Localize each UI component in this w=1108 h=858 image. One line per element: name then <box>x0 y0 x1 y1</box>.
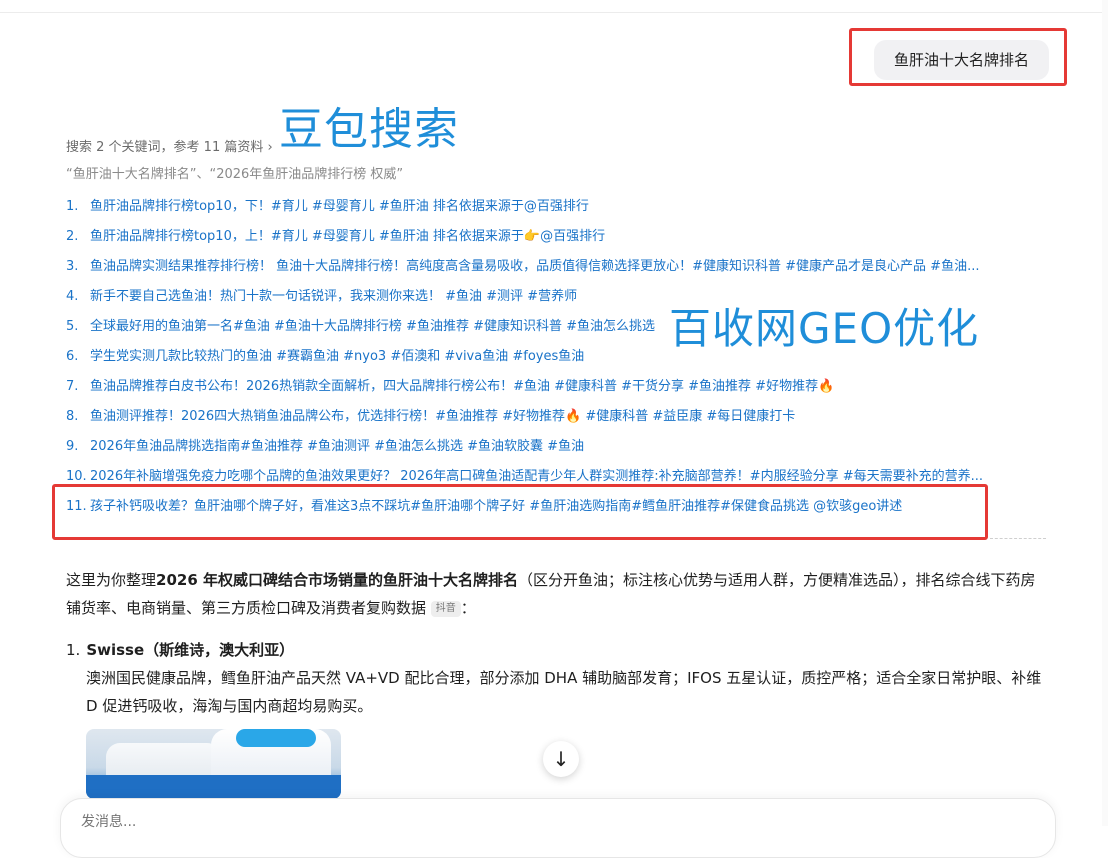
message-input[interactable] <box>79 813 683 831</box>
reference-link[interactable]: 8. 鱼油测评推荐！2026四大热销鱼油品牌公布，优选排行榜！#鱼油推荐 #好物推… <box>66 402 1041 432</box>
overlay-doubao-search: 豆包搜索 <box>279 104 459 155</box>
arrow-down-icon: ↓ <box>552 747 570 771</box>
reference-link[interactable]: 5. 全球最好用的鱼油第一名#鱼油 #鱼油十大品牌排行榜 #鱼油推荐 #健康知识科… <box>66 312 1041 342</box>
reference-link[interactable]: 9. 2026年鱼油品牌挑选指南#鱼油推荐 #鱼油测评 #鱼油怎么挑选 #鱼油软胶… <box>66 432 1041 462</box>
brand-title: 1. Swisse（斯维诗，澳大利亚） <box>66 641 295 659</box>
search-keywords: “鱼肝油十大名牌排名”、“2026年鱼肝油品牌排行榜 权威” <box>66 167 404 182</box>
reference-link[interactable]: 1. 鱼肝油品牌排行榜top10，下！#育儿 #母婴育儿 #鱼肝油 排名依据来源于… <box>66 192 1041 222</box>
dashed-divider <box>990 538 1046 539</box>
reference-list: 1. 鱼肝油品牌排行榜top10，下！#育儿 #母婴育儿 #鱼肝油 排名依据来源于… <box>66 192 1041 522</box>
user-query-bubble: 鱼肝油十大名牌排名 <box>874 40 1049 80</box>
image-band <box>86 775 341 799</box>
product-image[interactable] <box>86 729 341 799</box>
reference-link[interactable]: 4. 新手不要自己选鱼油！热门十款一句话锐评，我来测你来选！ #鱼油 #测评 #营… <box>66 282 1041 312</box>
bottle-cap-shape <box>236 729 316 747</box>
scrollbar[interactable] <box>1102 0 1108 826</box>
citation-chip[interactable]: 抖音 <box>430 600 461 617</box>
message-composer <box>60 798 1056 858</box>
top-divider <box>0 12 1108 13</box>
brand-list-item: 1. Swisse（斯维诗，澳大利亚） 澳洲国民健康品牌，鳕鱼肝油产品天然 VA+… <box>66 636 1042 720</box>
reference-link[interactable]: 7. 鱼油品牌推荐白皮书公布！2026热销款全面解析，四大品牌排行榜公布！#鱼油 … <box>66 372 1041 402</box>
brand-description: 澳洲国民健康品牌，鳕鱼肝油产品天然 VA+VD 配比合理，部分添加 DHA 辅助… <box>86 669 1042 715</box>
answer-intro: 这里为你整理2026 年权威口碑结合市场销量的鱼肝油十大名牌排名（区分开鱼油；标… <box>66 571 1036 617</box>
reference-link[interactable]: 6. 学生党实测几款比较热门的鱼油 #赛霸鱼油 #nyo3 #佰澳和 #viva鱼… <box>66 342 1041 372</box>
reference-highlight-box <box>52 484 988 540</box>
search-summary-toggle[interactable]: 搜索 2 个关键词，参考 11 篇资料 › <box>66 136 273 155</box>
scroll-down-button[interactable]: ↓ <box>543 741 579 777</box>
reference-link[interactable]: 2. 鱼肝油品牌排行榜top10，上！#育儿 #母婴育儿 #鱼肝油 排名依据来源于… <box>66 222 1041 252</box>
reference-link[interactable]: 3. 鱼油品牌实测结果推荐排行榜！ 鱼油十大品牌排行榜！高纯度高含量易吸收，品质值… <box>66 252 1041 282</box>
